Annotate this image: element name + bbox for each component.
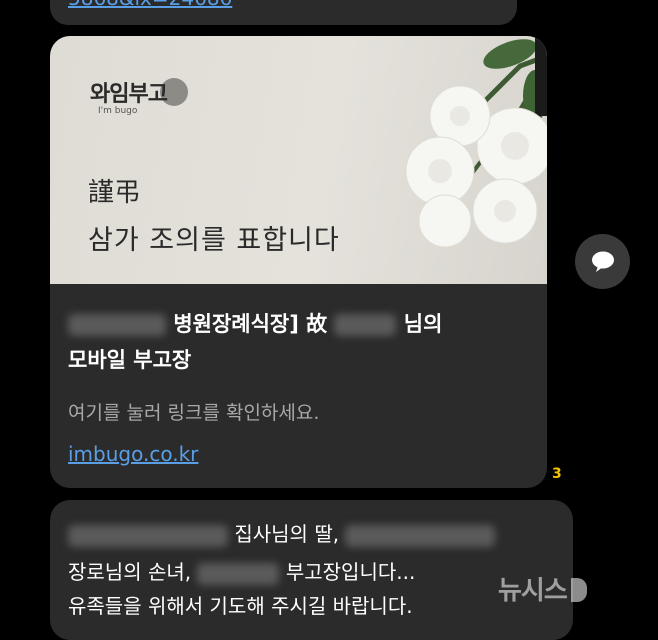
speech-bubble-icon <box>591 251 614 272</box>
share-button[interactable] <box>575 234 630 289</box>
chrysanthemum-image <box>405 36 547 248</box>
card-body: 병원장례식장] 故 님의 모바일 부고장 여기를 눌러 링크를 확인하세요. i… <box>50 284 547 488</box>
message-bubble: 집사님의 딸, 장로님의 손녀, 부고장입니다... 유족들을 위해서 기도해 … <box>50 500 573 640</box>
message-line2: 장로님의 손녀, 부고장입니다... <box>68 560 416 585</box>
redacted-text <box>68 524 228 547</box>
unread-count-badge: 3 <box>552 466 562 482</box>
newsis-watermark: 뉴시스 <box>498 570 587 607</box>
previous-message-bubble: 5868&lx=24686 <box>50 0 517 25</box>
previous-message-link[interactable]: 5868&lx=24686 <box>68 0 232 10</box>
message-line1: 집사님의 딸, <box>68 518 496 547</box>
redacted-text <box>334 314 397 336</box>
banner-hanja: 謹弔 <box>88 178 141 208</box>
card-link[interactable]: imbugo.co.kr <box>68 442 198 466</box>
obituary-link-card[interactable]: 와임부고 I'm bugo 謹弔 삼가 조의를 표합니다 병원장례식장] 故 님… <box>50 36 547 488</box>
card-banner-image: 와임부고 I'm bugo 謹弔 삼가 조의를 표합니다 <box>50 36 547 284</box>
redacted-text <box>68 314 166 336</box>
redacted-text <box>345 524 496 547</box>
imbugo-logo: 와임부고 I'm bugo <box>90 76 200 116</box>
redacted-text <box>197 562 280 585</box>
card-description: 여기를 눌러 링크를 확인하세요. <box>68 402 320 424</box>
card-title-line1: 병원장례식장] 故 님의 <box>68 308 442 338</box>
message-line3: 유족들을 위해서 기도해 주시길 바랍니다. <box>68 594 413 618</box>
card-title-line2: 모바일 부고장 <box>68 348 192 372</box>
banner-condolence-text: 삼가 조의를 표합니다 <box>88 225 340 256</box>
